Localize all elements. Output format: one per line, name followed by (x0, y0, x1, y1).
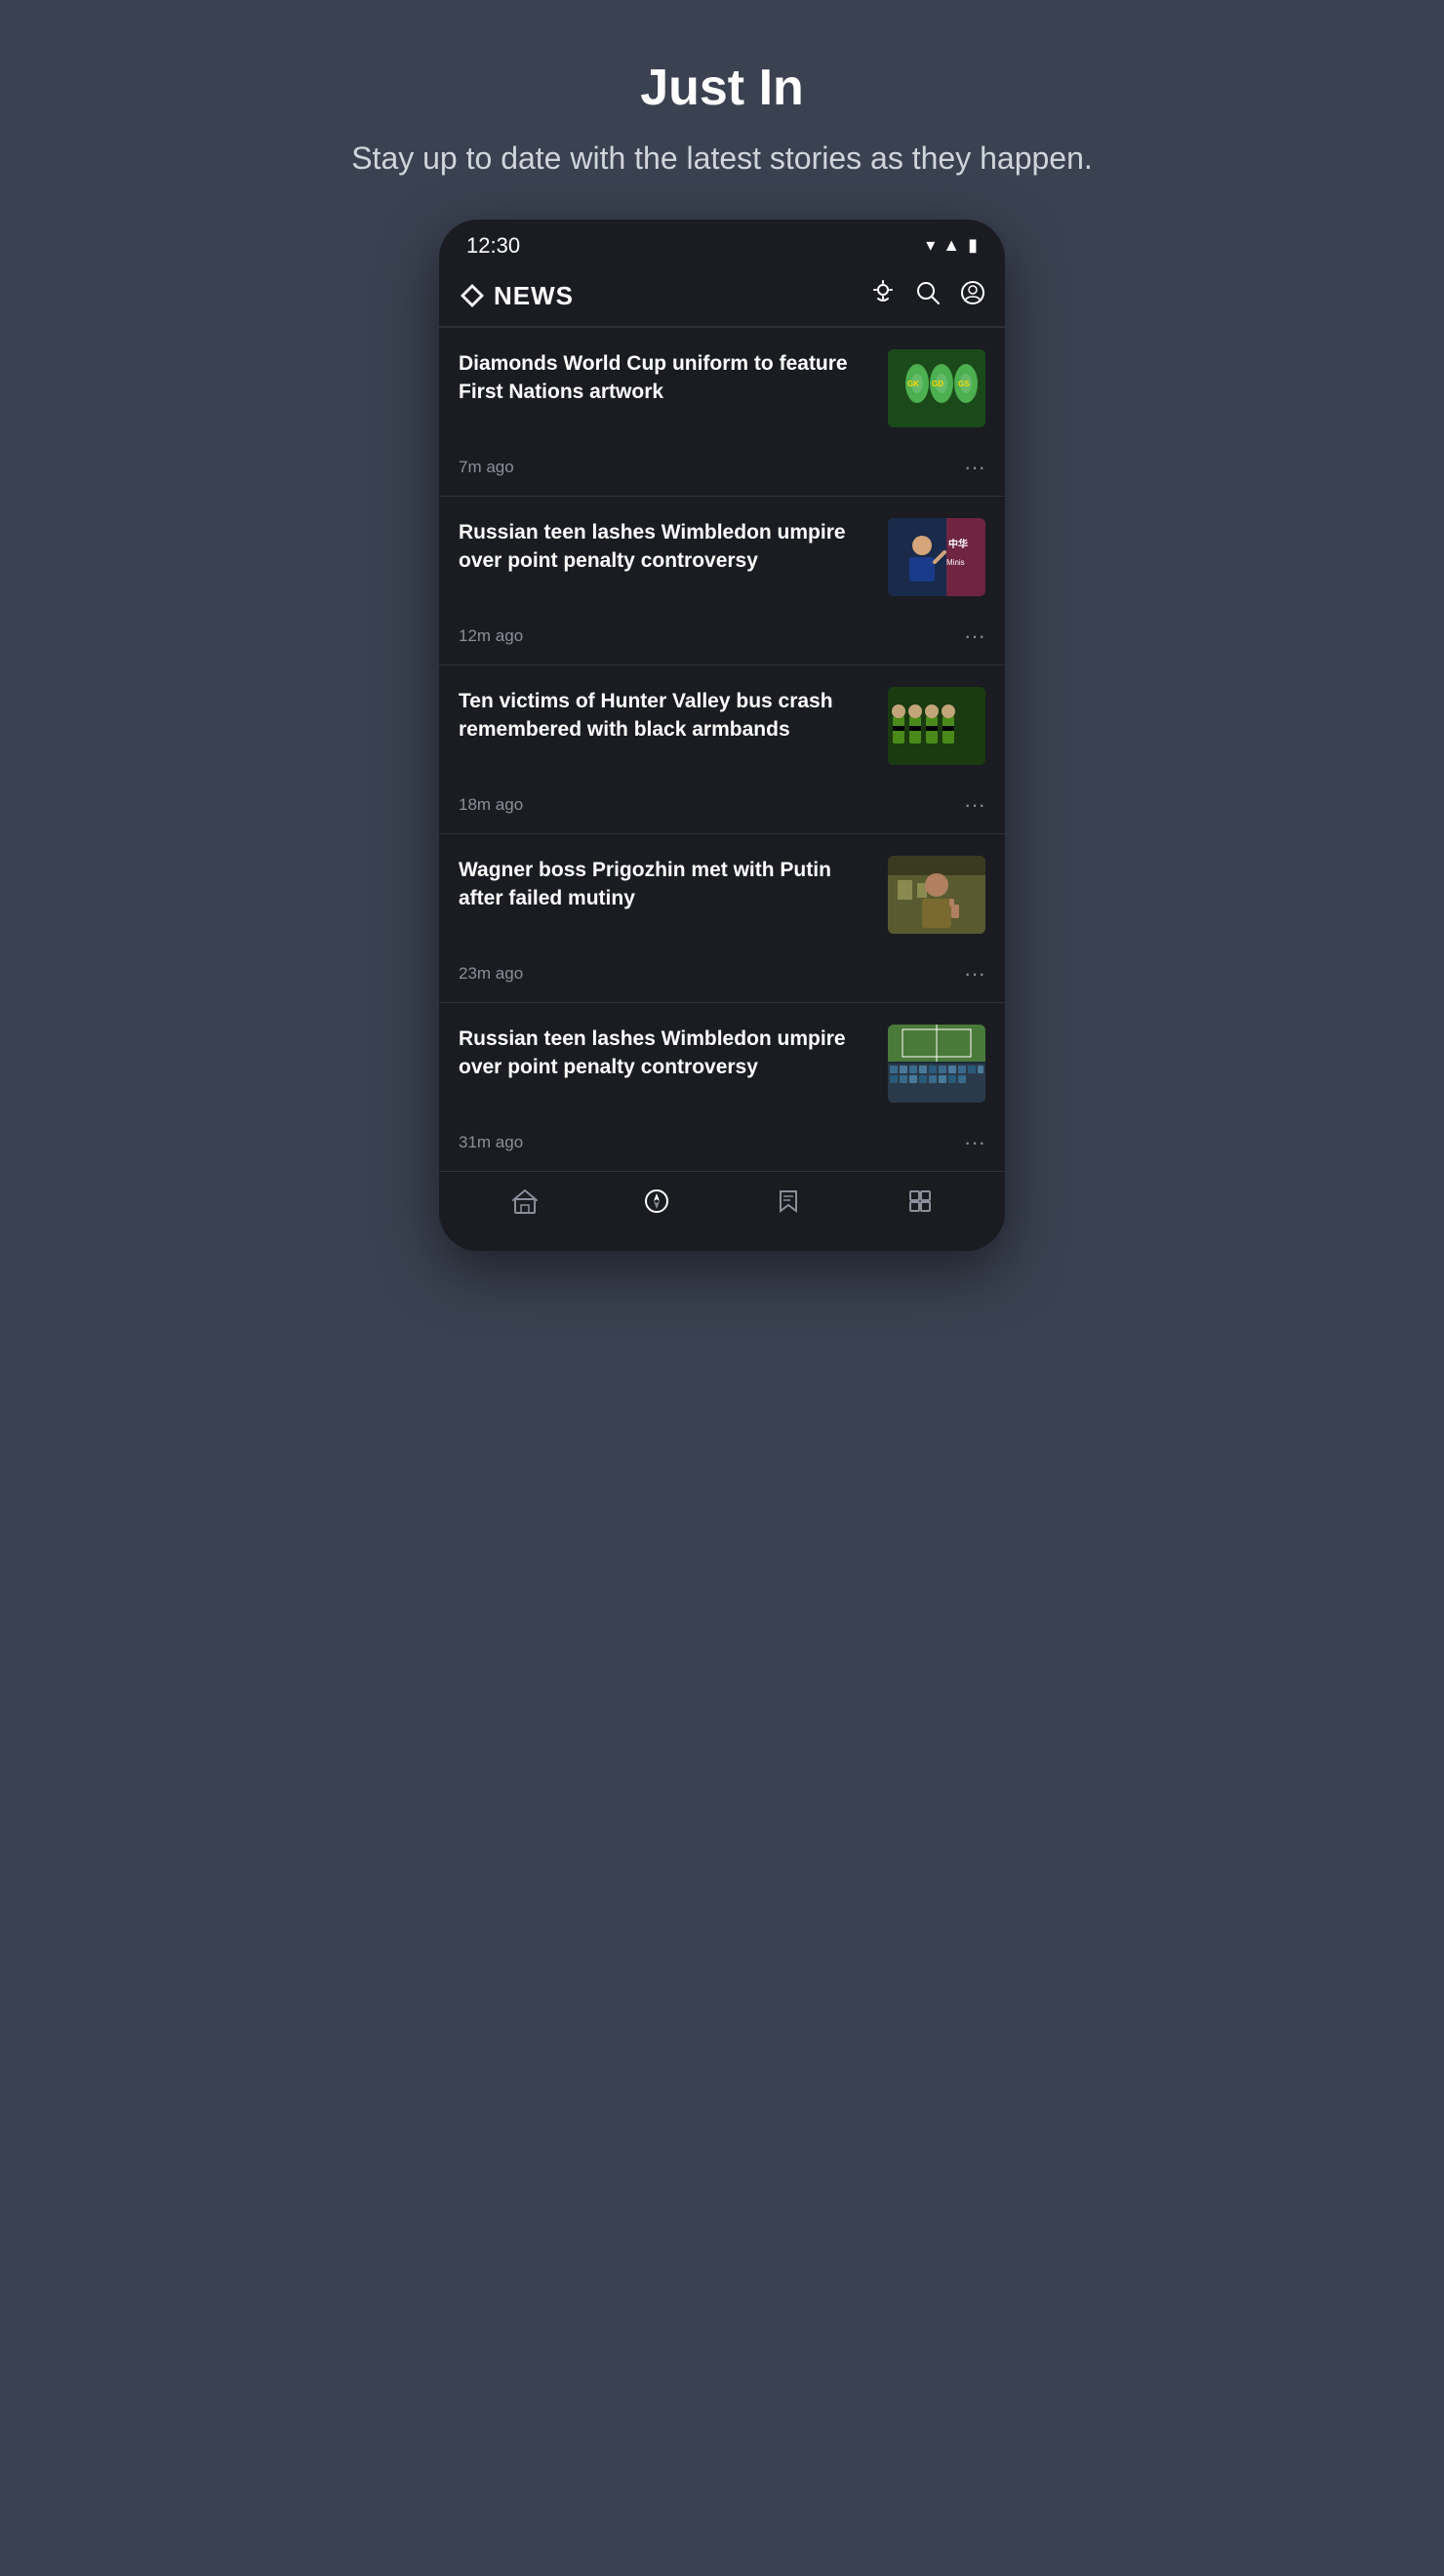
page-title: Just In (351, 59, 1093, 117)
more-options-icon[interactable]: ··· (964, 1130, 985, 1155)
weather-icon[interactable] (870, 280, 896, 312)
svg-text:Minis: Minis (946, 558, 965, 567)
svg-text:中华: 中华 (948, 538, 968, 550)
svg-text:GK: GK (907, 380, 919, 388)
search-icon[interactable] (915, 280, 941, 312)
phone-frame: 12:30 ▾ ▲ ▮ NEWS (439, 220, 1005, 1251)
compass-icon (643, 1187, 670, 1222)
abc-diamond-icon (459, 282, 486, 309)
status-icons: ▾ ▲ ▮ (926, 235, 978, 256)
news-timestamp: 12m ago (459, 626, 523, 646)
home-icon (511, 1187, 539, 1222)
news-timestamp: 18m ago (459, 795, 523, 815)
more-options-icon[interactable]: ··· (964, 961, 985, 986)
news-thumbnail (888, 856, 985, 934)
news-item[interactable]: Russian teen lashes Wimbledon umpire ove… (439, 1002, 1005, 1171)
abc-logo[interactable]: NEWS (459, 281, 574, 311)
battery-icon: ▮ (968, 235, 978, 256)
app-header: NEWS (439, 266, 1005, 327)
news-item-text: Russian teen lashes Wimbledon umpire ove… (459, 1025, 874, 1082)
more-options-icon[interactable]: ··· (964, 624, 985, 649)
news-item-content: Russian teen lashes Wimbledon umpire ove… (459, 518, 985, 596)
nav-item-home[interactable] (511, 1187, 539, 1222)
news-thumbnail (888, 687, 985, 765)
news-item[interactable]: Diamonds World Cup uniform to feature Fi… (439, 327, 1005, 496)
status-bar: 12:30 ▾ ▲ ▮ (439, 220, 1005, 266)
news-timestamp: 31m ago (459, 1133, 523, 1152)
grid-icon (906, 1187, 934, 1222)
wifi-icon: ▾ (926, 235, 935, 256)
news-item-title: Diamonds World Cup uniform to feature Fi… (459, 352, 848, 403)
page-header: Just In Stay up to date with the latest … (312, 59, 1132, 181)
news-item-title: Ten victims of Hunter Valley bus crash r… (459, 690, 833, 741)
news-item[interactable]: Russian teen lashes Wimbledon umpire ove… (439, 496, 1005, 664)
svg-text:GD: GD (932, 380, 943, 388)
news-thumbnail: 中华 Minis (888, 518, 985, 596)
more-options-icon[interactable]: ··· (964, 792, 985, 818)
news-item[interactable]: Wagner boss Prigozhin met with Putin aft… (439, 833, 1005, 1002)
news-item-footer: 31m ago ··· (459, 1118, 985, 1171)
news-list: Diamonds World Cup uniform to feature Fi… (439, 327, 1005, 1171)
news-thumbnail: GK GD GS (888, 349, 985, 427)
news-item-content: Diamonds World Cup uniform to feature Fi… (459, 349, 985, 427)
signal-icon: ▲ (943, 235, 960, 256)
more-options-icon[interactable]: ··· (964, 455, 985, 480)
news-item-content: Wagner boss Prigozhin met with Putin aft… (459, 856, 985, 934)
news-timestamp: 23m ago (459, 964, 523, 984)
news-item-footer: 18m ago ··· (459, 781, 985, 833)
news-item-content: Ten victims of Hunter Valley bus crash r… (459, 687, 985, 765)
news-item-title: Wagner boss Prigozhin met with Putin aft… (459, 859, 831, 909)
news-item-footer: 23m ago ··· (459, 949, 985, 1002)
svg-text:GS: GS (958, 380, 970, 388)
news-item-text: Diamonds World Cup uniform to feature Fi… (459, 349, 874, 407)
news-item-text: Russian teen lashes Wimbledon umpire ove… (459, 518, 874, 576)
news-timestamp: 7m ago (459, 458, 514, 477)
news-item-text: Wagner boss Prigozhin met with Putin aft… (459, 856, 874, 913)
page-subtitle: Stay up to date with the latest stories … (351, 137, 1093, 181)
bottom-nav (439, 1171, 1005, 1251)
bookmark-icon (775, 1187, 802, 1222)
news-item-text: Ten victims of Hunter Valley bus crash r… (459, 687, 874, 745)
status-time: 12:30 (466, 233, 520, 259)
nav-item-more[interactable] (906, 1187, 934, 1222)
news-item-title: Russian teen lashes Wimbledon umpire ove… (459, 1027, 846, 1078)
news-item-title: Russian teen lashes Wimbledon umpire ove… (459, 521, 846, 572)
nav-item-justin[interactable] (643, 1187, 670, 1222)
profile-icon[interactable] (960, 280, 985, 312)
news-item-footer: 12m ago ··· (459, 612, 985, 664)
news-thumbnail (888, 1025, 985, 1103)
news-label: NEWS (494, 281, 574, 311)
news-item-footer: 7m ago ··· (459, 443, 985, 496)
header-actions (870, 280, 985, 312)
news-item-content: Russian teen lashes Wimbledon umpire ove… (459, 1025, 985, 1103)
nav-item-saved[interactable] (775, 1187, 802, 1222)
news-item[interactable]: Ten victims of Hunter Valley bus crash r… (439, 664, 1005, 833)
